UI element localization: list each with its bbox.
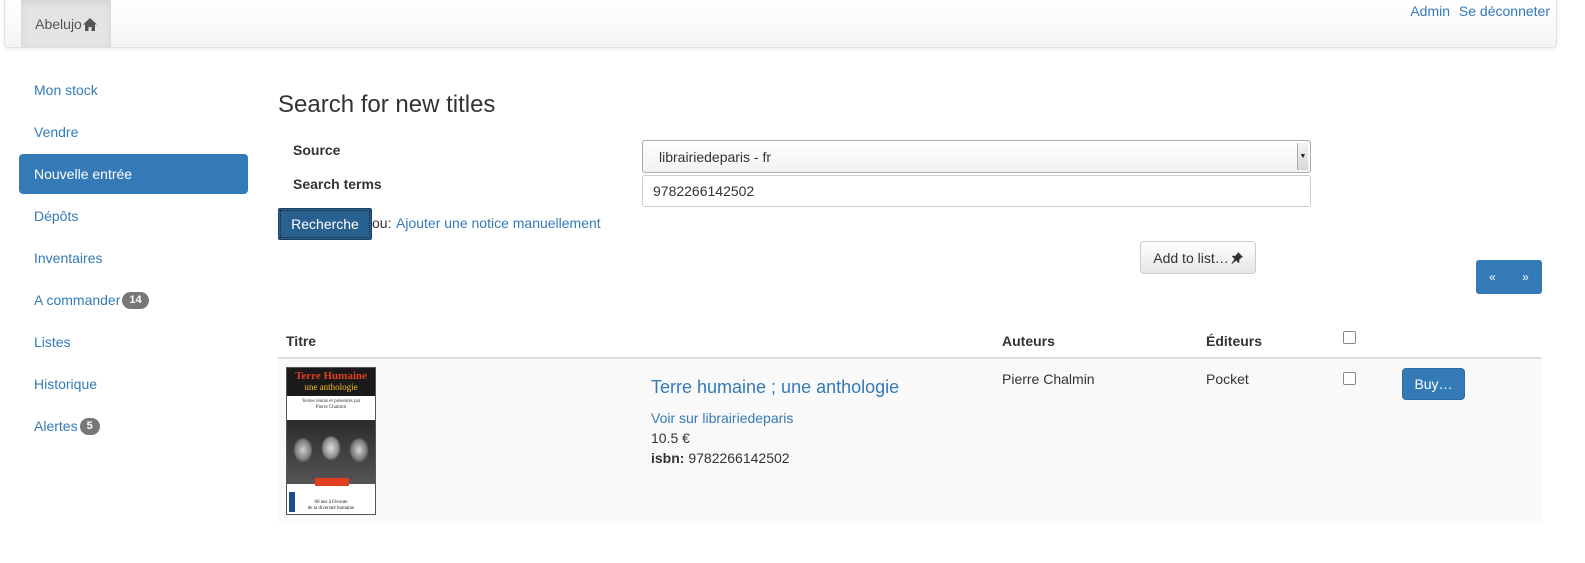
sidebar-item-label: Historique <box>34 376 98 392</box>
column-header-publishers: Éditeurs <box>1206 333 1263 349</box>
admin-link[interactable]: Admin <box>1410 3 1450 19</box>
isbn-label: isbn: <box>651 450 685 466</box>
sidebar-item-depots[interactable]: Dépôts <box>19 196 248 236</box>
book-isbn: isbn: 9782266142502 <box>651 450 790 466</box>
column-header-title: Titre <box>286 333 317 349</box>
brand-label: Abelujo <box>35 16 82 32</box>
cover-subtitle: une anthologie <box>304 382 358 392</box>
pagination: « » <box>1476 260 1542 294</box>
book-author: Pierre Chalmin <box>1002 371 1095 387</box>
brand-home-link[interactable]: Abelujo <box>21 0 111 48</box>
top-navbar: Abelujo Admin Se déconneter <box>4 0 1557 48</box>
page-title: Search for new titles <box>278 91 496 118</box>
sidebar-item-label: Alertes <box>34 418 78 434</box>
pager-prev-button[interactable]: « <box>1476 260 1509 294</box>
add-manual-entry-link[interactable]: Ajouter une notice manuellement <box>396 215 601 231</box>
sidebar-item-a-commander[interactable]: A commander 14 <box>19 280 248 320</box>
source-select-value: librairiedeparis - fr <box>659 148 772 165</box>
sidebar: Mon stock Vendre Nouvelle entrée Dépôts … <box>19 70 248 448</box>
sidebar-item-label: A commander <box>34 292 121 308</box>
nav-right: Admin Se déconneter <box>1405 3 1550 19</box>
sidebar-item-nouvelle-entree[interactable]: Nouvelle entrée <box>19 154 248 194</box>
buy-button[interactable]: Buy… <box>1402 368 1465 400</box>
count-badge: 14 <box>122 291 149 309</box>
sidebar-item-listes[interactable]: Listes <box>19 322 248 362</box>
source-select[interactable]: librairiedeparis - fr ▼ <box>642 140 1311 173</box>
search-terms-input[interactable] <box>642 175 1311 207</box>
sidebar-item-label: Inventaires <box>34 250 103 266</box>
sidebar-item-alertes[interactable]: Alertes 5 <box>19 406 248 446</box>
logout-link[interactable]: Se déconneter <box>1459 3 1550 19</box>
sidebar-item-vendre[interactable]: Vendre <box>19 112 248 152</box>
search-terms-label: Search terms <box>293 176 382 192</box>
add-to-list-label: Add to list… <box>1153 249 1229 266</box>
sidebar-item-mon-stock[interactable]: Mon stock <box>19 70 248 110</box>
source-label: Source <box>293 142 341 158</box>
sidebar-item-label: Listes <box>34 334 71 350</box>
sidebar-item-label: Mon stock <box>34 82 98 98</box>
home-icon <box>82 17 97 31</box>
book-publisher: Pocket <box>1206 371 1249 387</box>
sidebar-item-historique[interactable]: Historique <box>19 364 248 404</box>
or-text: ou: <box>372 215 392 231</box>
book-cover-image: Terre Humaine une anthologie Textes réun… <box>286 367 376 515</box>
cover-credits: Textes réunis et présentés par Pierre Ch… <box>287 399 375 411</box>
chevron-down-icon: ▼ <box>1297 143 1308 170</box>
book-price: 10.5 € <box>651 430 690 446</box>
search-button[interactable]: Recherche <box>278 208 372 240</box>
cover-title: Terre Humaine <box>295 370 367 382</box>
sidebar-item-label: Vendre <box>34 124 79 140</box>
view-source-link[interactable]: Voir sur librairiedeparis <box>651 410 793 426</box>
row-select-checkbox[interactable] <box>1343 372 1356 385</box>
pocket-logo <box>289 492 295 512</box>
cover-photo <box>287 420 375 484</box>
select-all-checkbox[interactable] <box>1343 331 1356 344</box>
cover-header: Terre Humaine une anthologie <box>287 368 375 396</box>
cover-credits-line: Pierre Chalmin <box>315 405 347 410</box>
add-to-list-button[interactable]: Add to list… <box>1140 241 1256 274</box>
count-badge: 5 <box>79 417 100 435</box>
cover-footer: 60 ans à l'écoute de la diversité humain… <box>287 500 375 512</box>
sidebar-item-label: Nouvelle entrée <box>34 166 133 182</box>
sidebar-item-label: Dépôts <box>34 208 79 224</box>
sidebar-item-inventaires[interactable]: Inventaires <box>19 238 248 278</box>
column-header-authors: Auteurs <box>1002 333 1055 349</box>
cover-band <box>315 478 349 486</box>
isbn-value: 9782266142502 <box>688 450 790 466</box>
pin-icon <box>1231 251 1243 264</box>
pager-next-button[interactable]: » <box>1509 260 1542 294</box>
book-title-link[interactable]: Terre humaine ; une anthologie <box>651 377 899 398</box>
cover-footer-line: de la diversité humaine <box>307 506 355 511</box>
